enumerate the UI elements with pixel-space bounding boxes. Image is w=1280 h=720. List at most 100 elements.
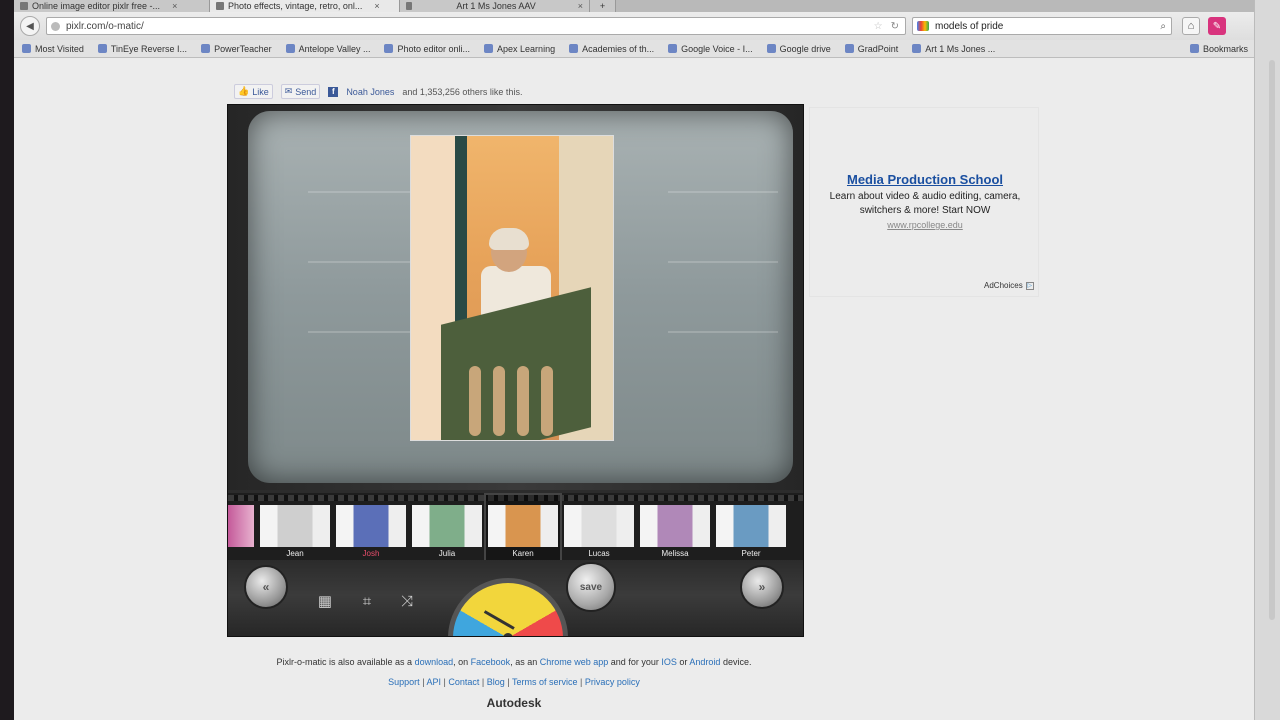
save-button[interactable]: save (566, 562, 616, 612)
ios-link[interactable]: IOS (661, 657, 677, 667)
shuffle-icon[interactable]: ⤨ (396, 590, 418, 612)
home-button[interactable]: ⌂ (1182, 17, 1200, 35)
api-link[interactable]: API (427, 677, 442, 687)
bookmarks-toolbar: Most Visited TinEye Reverse I... PowerTe… (14, 40, 1254, 58)
support-link[interactable]: Support (388, 677, 420, 687)
filter-thumb[interactable] (640, 505, 710, 547)
close-icon[interactable]: × (578, 1, 583, 11)
color-dial[interactable] (448, 578, 568, 636)
filter-preview (488, 505, 558, 547)
bookmark-icon (766, 44, 776, 53)
scrollbar[interactable] (1269, 60, 1275, 620)
new-tab-button[interactable]: + (590, 0, 616, 12)
send-icon: ✉ (284, 86, 293, 96)
address-bar[interactable]: pixlr.com/o-matic/ ☆ ↻ (46, 17, 906, 35)
bookmark-art1[interactable]: Art 1 Ms Jones ... (912, 44, 995, 54)
close-icon[interactable]: × (374, 1, 379, 11)
avail-device: device. (722, 657, 752, 667)
tray-groove (668, 331, 778, 333)
bookmark-powerteacher[interactable]: PowerTeacher (201, 44, 272, 54)
bookmark-gradpoint[interactable]: GradPoint (844, 44, 898, 54)
tray-groove (668, 191, 778, 193)
bookmark-star-icon[interactable]: ☆ (874, 21, 883, 32)
crop-icon[interactable]: ⌗ (356, 590, 378, 612)
bookmark-google-voice[interactable]: Google Voice - I... (668, 44, 753, 54)
filter-thumb-partial[interactable] (228, 505, 254, 547)
liker-name[interactable]: Noah Jones (346, 87, 394, 97)
bookmark-icon (569, 44, 579, 53)
bookmark-most-visited[interactable]: Most Visited (22, 44, 84, 54)
likes-count-text: and 1,353,256 others like this. (402, 86, 523, 97)
next-button[interactable]: » (740, 565, 784, 609)
bookmark-google-drive[interactable]: Google drive (766, 44, 831, 54)
google-icon (917, 21, 929, 31)
ad-url[interactable]: www.rpcollege.edu (810, 220, 1040, 230)
terms-link[interactable]: Terms of service (512, 677, 578, 687)
bookmark-photo-editor[interactable]: Photo editor onli... (384, 44, 470, 54)
tab-pixlr-editor[interactable]: Online image editor pixlr free -... × (14, 0, 210, 12)
photo-viewer (228, 105, 803, 490)
window-edge (1254, 0, 1280, 720)
photo-railing-slat (541, 366, 553, 436)
filter-preview (564, 505, 634, 547)
previous-button[interactable]: « (244, 565, 288, 609)
reload-icon[interactable]: ↻ (891, 21, 899, 32)
extension-button[interactable]: ✎ (1208, 17, 1226, 35)
bookmarks-menu[interactable]: Bookmarks (1189, 44, 1248, 54)
back-arrow-icon: ◀ (26, 20, 34, 32)
tab-art1[interactable]: Art 1 Ms Jones AAV × (400, 0, 590, 12)
send-button[interactable]: ✉ Send (280, 84, 321, 99)
ad-title[interactable]: Media Production School (810, 172, 1040, 187)
tray-groove (668, 261, 778, 263)
filter-label: Jean (286, 549, 304, 558)
bookmark-label: PowerTeacher (214, 43, 272, 54)
filter-thumb[interactable] (412, 505, 482, 547)
filter-thumb[interactable] (716, 505, 786, 547)
tab-photo-effects[interactable]: Photo effects, vintage, retro, onl... × (210, 0, 400, 12)
like-button[interactable]: 👍 Like (234, 84, 273, 99)
chrome-web-app-link[interactable]: Chrome web app (540, 657, 609, 667)
filter-thumb[interactable] (336, 505, 406, 547)
browser-window: Online image editor pixlr free -... × Ph… (14, 0, 1254, 720)
search-bar[interactable]: models of pride ⌕ (912, 17, 1172, 35)
filter-label: Peter (741, 549, 761, 558)
facebook-link[interactable]: Facebook (471, 657, 511, 667)
filter-label: Karen (512, 549, 534, 558)
filter-preview (716, 505, 786, 547)
filter-thumb[interactable] (564, 505, 634, 547)
adchoices-badge[interactable]: AdChoices ▷ (984, 281, 1034, 290)
url-text: pixlr.com/o-matic/ (66, 20, 144, 32)
avail-or: or (679, 657, 688, 667)
filter-preview (412, 505, 482, 547)
tray-groove (308, 331, 418, 333)
filter-preview (336, 505, 406, 547)
control-bar: « ▦ ⌗ ⤨ save » (228, 560, 803, 636)
photo-figure-hair (489, 228, 529, 250)
filter-thumb[interactable] (488, 505, 558, 547)
privacy-link[interactable]: Privacy policy (585, 677, 640, 687)
tray-groove (308, 191, 418, 193)
android-link[interactable]: Android (689, 657, 720, 667)
folder-icon (22, 44, 31, 53)
tab-favicon-icon (216, 2, 224, 10)
download-link[interactable]: download (415, 657, 454, 667)
bookmark-antelope-valley[interactable]: Antelope Valley ... (285, 44, 370, 54)
bookmark-academies[interactable]: Academies of th... (569, 44, 654, 54)
bookmark-icon (844, 44, 854, 53)
bookmark-tineye[interactable]: TinEye Reverse I... (97, 44, 187, 54)
bookmark-apex-learning[interactable]: Apex Learning (484, 44, 555, 54)
close-icon[interactable]: × (172, 1, 177, 11)
bookmark-label: Google Voice - I... (681, 43, 753, 54)
desktop-edge (0, 0, 14, 720)
filter-label: Julia (438, 549, 456, 558)
search-icon[interactable]: ⌕ (1160, 21, 1166, 32)
back-button[interactable]: ◀ (20, 16, 40, 36)
film-icon[interactable]: ▦ (314, 590, 336, 612)
facebook-icon: f (328, 86, 339, 97)
contact-link[interactable]: Contact (448, 677, 479, 687)
filter-thumb[interactable] (260, 505, 330, 547)
dial-needle (483, 610, 515, 630)
filter-preview (260, 505, 330, 547)
blog-link[interactable]: Blog (487, 677, 505, 687)
avail-and-for: and for your (610, 657, 659, 667)
